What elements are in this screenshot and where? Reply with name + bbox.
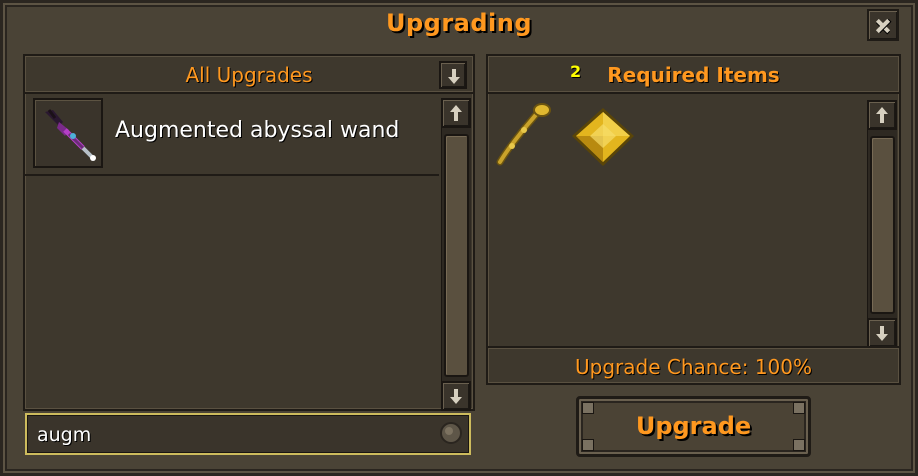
scroll-down-button[interactable] [441,381,471,411]
scrollbar-thumb[interactable] [870,136,895,314]
arrow-up-icon [876,107,888,123]
upgrade-chance: Upgrade Chance: 100% [488,346,899,386]
upgrade-button[interactable]: Upgrade [576,396,811,457]
list-item[interactable]: Augmented abyssal wand [25,94,439,176]
required-items-title: Required Items [607,63,780,87]
scrollbar-track[interactable] [867,130,897,318]
window-title: Upgrading [385,9,533,37]
item-name: Augmented abyssal wand [115,118,400,143]
scrollbar-thumb[interactable] [444,134,469,377]
item-slot [33,98,103,168]
all-upgrades-panel: All Upgrades Augmented abyssal wand [23,54,475,411]
arrow-down-icon [876,326,888,341]
magnifier-icon[interactable] [439,421,463,445]
corner-rivet [582,402,594,414]
required-items-header: Required Items [488,56,899,94]
sort-dropdown-button[interactable] [439,61,467,89]
arrow-down-icon [450,389,462,404]
search-box[interactable] [25,413,471,455]
scroll-up-button[interactable] [441,98,471,128]
upgrade-button-label: Upgrade [635,412,752,440]
staff-icon [496,103,551,166]
corner-rivet [793,439,805,451]
arrow-up-icon [450,105,462,121]
all-upgrades-title: All Upgrades [185,63,313,87]
corner-rivet [793,402,805,414]
all-upgrades-header: All Upgrades [25,56,473,94]
upgrading-window: Upgrading All Upgrades Augmented abyssal… [0,0,918,476]
scroll-up-button[interactable] [867,100,897,130]
search-input[interactable] [37,423,417,447]
close-icon[interactable] [867,9,899,41]
scroll-down-button[interactable] [867,318,897,348]
item-quantity: 2 [570,62,582,81]
scrollbar-track[interactable] [441,128,471,381]
gold-diamond-icon [572,108,634,166]
corner-rivet [582,439,594,451]
wand-icon [45,109,96,161]
arrow-down-icon [448,69,460,84]
required-items-panel: Required Items 2 Upgrade Chance: 100% [486,54,901,385]
